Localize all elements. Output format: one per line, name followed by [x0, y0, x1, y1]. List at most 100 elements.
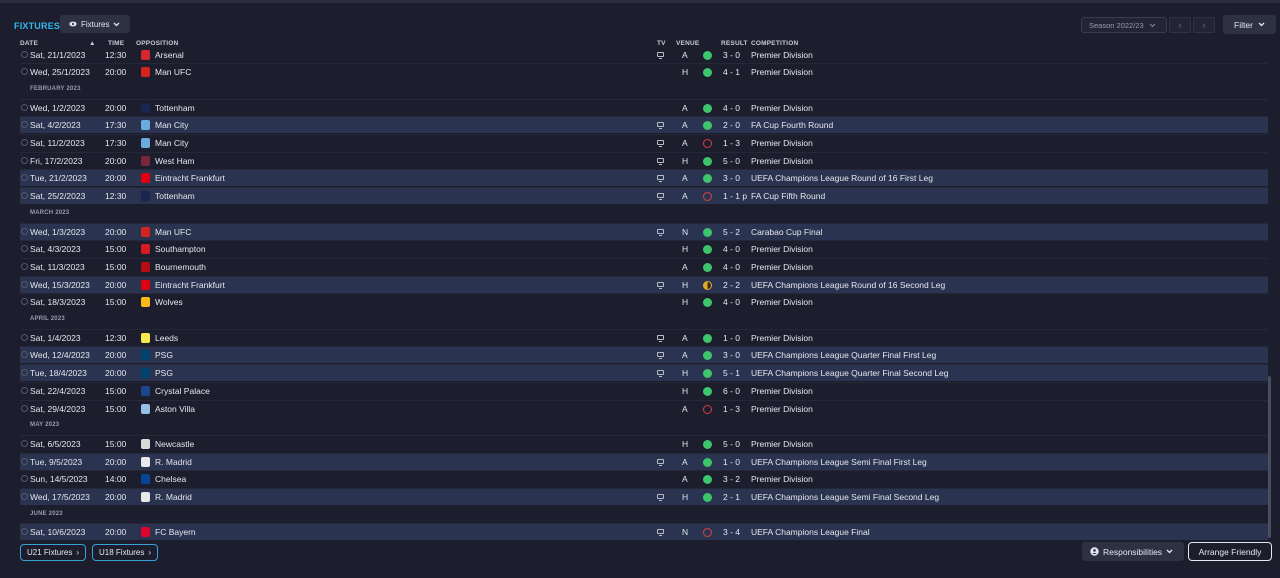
fixture-competition: Premier Division — [751, 102, 813, 113]
fixture-row[interactable]: Sat, 25/2/2023 12:30 Tottenham A 1 - 1 p FA C… — [20, 187, 1268, 205]
fixture-opposition[interactable]: Chelsea — [155, 474, 186, 484]
fixture-row[interactable]: Sat, 4/3/2023 15:00 Southampton H 4 - 0 Premi… — [20, 240, 1268, 257]
fixture-competition: Premier Division — [751, 49, 813, 60]
fixture-row[interactable]: Sat, 6/5/2023 15:00 Newcastle H 5 - 0 Premier… — [20, 434, 1268, 452]
column-tv[interactable]: TV — [657, 40, 666, 47]
fixture-row[interactable]: Wed, 25/1/2023 20:00 Man UFC H 4 - 1 Premier … — [20, 63, 1268, 80]
fixture-opposition[interactable]: Man UFC — [155, 227, 191, 237]
fixture-row[interactable]: Wed, 1/3/2023 20:00 Man UFC N 5 - 2 Carabao C… — [20, 222, 1268, 240]
fixture-opposition[interactable]: FC Bayern — [155, 527, 196, 537]
fixture-opposition[interactable]: Leeds — [155, 333, 178, 343]
fixture-select-icon[interactable] — [21, 227, 28, 235]
fixture-row[interactable]: Sat, 18/3/2023 15:00 Wolves H 4 - 0 Premier D… — [20, 293, 1268, 310]
fixture-opposition[interactable]: Eintracht Frankfurt — [155, 280, 225, 290]
fixture-competition: UEFA Champions League Semi Final Second … — [751, 492, 940, 502]
fixture-opposition[interactable]: Tottenham — [155, 103, 195, 113]
fixture-opposition[interactable]: Bournemouth — [155, 262, 206, 272]
fixture-opposition[interactable]: PSG — [155, 368, 173, 378]
column-result[interactable]: RESULT — [721, 40, 748, 47]
column-venue[interactable]: VENUE — [676, 40, 699, 47]
fixture-opposition[interactable]: Man UFC — [155, 67, 191, 77]
club-crest-icon — [141, 67, 150, 78]
fixture-row[interactable]: Sat, 11/2/2023 17:30 Man City A 1 - 3 Premier… — [20, 134, 1268, 151]
column-date[interactable]: DATE — [20, 40, 38, 47]
fixture-venue: H — [682, 492, 689, 502]
fixture-opposition[interactable]: Eintracht Frankfurt — [155, 173, 225, 183]
fixture-row[interactable]: Fri, 17/2/2023 20:00 West Ham H 5 - 0 Premier… — [20, 151, 1268, 169]
fixture-select-icon[interactable] — [21, 139, 28, 146]
fixture-select-icon[interactable] — [21, 68, 28, 76]
fixture-row[interactable]: Tue, 9/5/2023 20:00 R. Madrid A 1 - 0 UEFA Ch… — [20, 452, 1268, 470]
fixture-date: Sat, 1/4/2023 — [30, 332, 81, 343]
fixture-select-icon[interactable] — [21, 174, 28, 182]
fixture-opposition[interactable]: Newcastle — [155, 439, 194, 449]
fixture-time: 20:00 — [105, 492, 127, 502]
column-time[interactable]: TIME — [108, 40, 124, 47]
fixture-select-icon[interactable] — [21, 103, 28, 111]
fixture-select-icon[interactable] — [21, 50, 28, 58]
fixture-score: 4 - 0 — [723, 102, 741, 113]
fixture-row[interactable]: Wed, 1/2/2023 20:00 Tottenham A 4 - 0 Premier… — [20, 98, 1268, 116]
fixture-select-icon[interactable] — [21, 245, 28, 253]
fixture-opposition[interactable]: Aston Villa — [155, 404, 195, 414]
fixture-opposition[interactable]: Southampton — [155, 244, 206, 254]
fixture-select-icon[interactable] — [21, 475, 28, 483]
fixture-opposition[interactable]: Tottenham — [155, 191, 195, 201]
fixture-select-icon[interactable] — [21, 528, 28, 536]
chevron-right-icon: › — [76, 548, 80, 557]
fixture-opposition[interactable]: Crystal Palace — [155, 386, 210, 396]
fixture-opposition[interactable]: R. Madrid — [155, 492, 192, 502]
column-opposition[interactable]: OPPOSITION — [136, 40, 178, 47]
fixture-competition: Premier Division — [751, 67, 813, 78]
fixture-select-icon[interactable] — [21, 369, 28, 377]
fixture-row[interactable]: Sat, 4/2/2023 17:30 Man City A 2 - 0 FA Cup F… — [20, 116, 1268, 134]
column-competition[interactable]: COMPETITION — [751, 40, 798, 47]
fixture-select-icon[interactable] — [21, 386, 28, 394]
fixture-opposition[interactable]: Man City — [155, 120, 189, 130]
fixture-row[interactable]: Sat, 10/6/2023 20:00 FC Bayern N 3 - 4 UEFA C… — [20, 523, 1268, 541]
u18-fixtures-button[interactable]: U18 Fixtures › — [92, 544, 159, 561]
fixture-venue: H — [682, 385, 689, 396]
arrange-friendly-button[interactable]: Arrange Friendly — [1188, 542, 1272, 561]
fixture-select-icon[interactable] — [21, 298, 28, 306]
fixture-opposition[interactable]: West Ham — [155, 156, 195, 166]
fixture-select-icon[interactable] — [21, 262, 28, 270]
fixture-opposition[interactable]: Arsenal — [155, 50, 184, 60]
next-season-button[interactable]: › — [1193, 17, 1215, 33]
tv-icon — [657, 140, 664, 147]
season-selector[interactable]: Season 2022/23 — [1081, 17, 1167, 33]
fixture-opposition[interactable]: PSG — [155, 350, 173, 360]
fixture-select-icon[interactable] — [21, 156, 28, 164]
fixture-select-icon[interactable] — [21, 457, 28, 465]
fixture-row[interactable]: Tue, 18/4/2023 20:00 PSG H 5 - 1 UEFA Champio… — [20, 364, 1268, 382]
fixture-row[interactable]: Sat, 29/4/2023 15:00 Aston Villa A 1 - 3 Prem… — [20, 399, 1268, 417]
fixture-opposition[interactable]: Wolves — [155, 297, 183, 307]
fixture-opposition[interactable]: R. Madrid — [155, 457, 192, 467]
list-scrollbar[interactable] — [1268, 376, 1271, 538]
responsibilities-button[interactable]: Responsibilities — [1082, 542, 1184, 561]
fixture-row[interactable]: Sun, 14/5/2023 14:00 Chelsea A 3 - 2 Premier … — [20, 470, 1268, 487]
fixture-select-icon[interactable] — [21, 192, 28, 200]
previous-season-button[interactable]: ‹ — [1169, 17, 1191, 33]
tv-icon — [657, 175, 664, 183]
fixture-row[interactable]: Wed, 12/4/2023 20:00 PSG A 3 - 0 UEFA Champio… — [20, 346, 1268, 364]
u21-fixtures-button[interactable]: U21 Fixtures › — [20, 544, 87, 561]
fixture-row[interactable]: Sat, 22/4/2023 15:00 Crystal Palace H 6 - 0 P… — [20, 381, 1268, 399]
fixture-row[interactable]: Tue, 21/2/2023 20:00 Eintracht Frankfurt A 3… — [20, 169, 1268, 187]
fixture-opposition[interactable]: Man City — [155, 138, 189, 148]
fixture-select-icon[interactable] — [21, 333, 28, 341]
fixture-row[interactable]: Sat, 1/4/2023 12:30 Leeds A 1 - 0 Premier Div… — [20, 328, 1268, 346]
fixture-select-icon[interactable] — [21, 404, 28, 412]
fixture-row[interactable]: Sat, 11/3/2023 15:00 Bournemouth A 4 - 0 Prem… — [20, 257, 1268, 275]
fixture-select-icon[interactable] — [21, 439, 28, 447]
tv-icon — [657, 352, 664, 360]
fixture-select-icon[interactable] — [21, 121, 28, 129]
fixture-row[interactable]: Wed, 15/3/2023 20:00 Eintracht Frankfurt H 2… — [20, 275, 1268, 293]
fixture-row[interactable]: Wed, 17/5/2023 20:00 R. Madrid H 2 - 1 UEFA C… — [20, 488, 1268, 505]
view-selector-button[interactable]: Fixtures — [60, 15, 130, 33]
fixture-select-icon[interactable] — [21, 280, 28, 288]
fixture-score: 1 - 3 — [723, 403, 741, 414]
fixture-select-icon[interactable] — [21, 351, 28, 359]
fixture-select-icon[interactable] — [21, 493, 28, 500]
filter-button[interactable]: Filter — [1223, 15, 1276, 34]
